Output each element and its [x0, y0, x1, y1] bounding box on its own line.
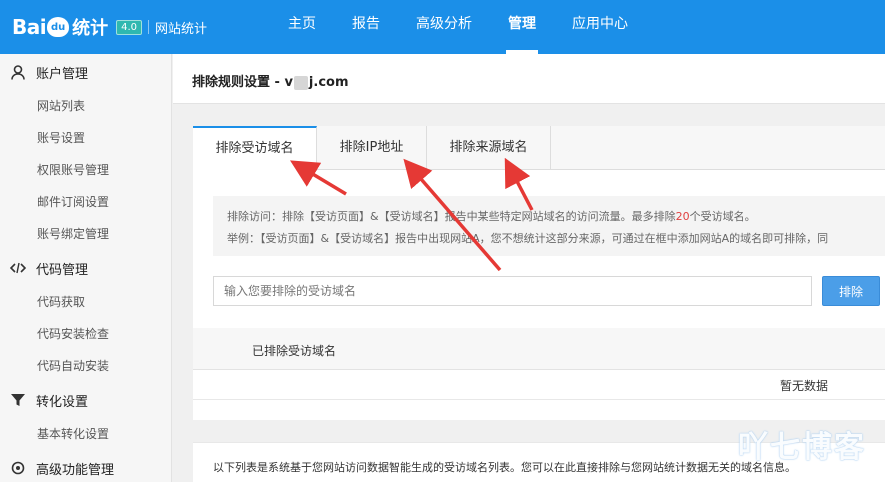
exclude-button[interactable]: 排除 — [822, 276, 880, 306]
notice-line-1: 排除访问：排除【受访页面】&【受访域名】报告中某些特定网站域名的访问流量。最多排… — [227, 206, 871, 228]
baidu-tongji-logo[interactable]: Bai du 统计 4.0 网站统计 — [12, 10, 207, 44]
tab-exclude-source-domain[interactable]: 排除来源域名 — [427, 126, 551, 170]
table-empty-row: 暂无数据 — [193, 370, 885, 400]
nav-advanced-analysis[interactable]: 高级分析 — [398, 0, 490, 54]
logo-subtitle: 网站统计 — [155, 21, 208, 37]
logo-divider — [148, 20, 150, 34]
empty-data-text: 暂无数据 — [780, 379, 829, 393]
excluded-table-header: 已排除受访域名 — [193, 328, 885, 370]
sidebar-item-email-subscription[interactable]: 邮件订阅设置 — [0, 186, 171, 218]
notice-text: 个受访域名。 — [689, 210, 756, 223]
sidebar-group-code[interactable]: 代码管理 — [0, 250, 171, 286]
sidebar-item-account-settings[interactable]: 账号设置 — [0, 122, 171, 154]
redacted-domain-block — [293, 75, 308, 90]
domain-input[interactable] — [213, 276, 812, 306]
notice-line-2: 举例：【受访页面】&【受访域名】报告中出现网站A，您不想统计这部分来源，可通过在… — [227, 232, 829, 245]
exclusion-panel: 排除受访域名 排除IP地址 排除来源域名 排除访问：排除【受访页面】&【受访域名… — [193, 126, 885, 420]
sidebar-item-code-check[interactable]: 代码安装检查 — [0, 318, 171, 350]
sidebar-group-advanced[interactable]: 高级功能管理 — [0, 450, 171, 482]
logo-tongji-text: 统计 — [72, 18, 109, 39]
suggested-domains-description: 以下列表是系统基于您网站访问数据智能生成的受访域名列表。您可以在此直接排除与您网… — [213, 461, 796, 474]
sidebar-item-site-list[interactable]: 网站列表 — [0, 90, 171, 122]
column-header-excluded-domain: 已排除受访域名 — [252, 344, 337, 358]
settings-icon — [10, 460, 26, 476]
sidebar-item-account-binding[interactable]: 账号绑定管理 — [0, 218, 171, 250]
tab-bar: 排除受访域名 排除IP地址 排除来源域名 — [193, 126, 885, 171]
version-badge: 4.0 — [116, 19, 143, 35]
sidebar-group-label: 转化设置 — [36, 394, 89, 410]
page-title-prefix: 排除规则设置 - v — [192, 75, 293, 90]
top-header: Bai du 统计 4.0 网站统计 主页 报告 高级分析 管理 应用中心 — [0, 0, 885, 54]
logo-bai-text: Bai — [12, 15, 47, 39]
code-icon — [10, 260, 26, 276]
sidebar-item-basic-conversion[interactable]: 基本转化设置 — [0, 418, 171, 450]
notice-text: 排除访问：排除【受访页面】&【受访域名】报告中某些特定网站域名的访问流量。最多排… — [227, 210, 676, 223]
watermark-text: 吖七博客 — [738, 430, 866, 465]
filter-icon — [10, 392, 26, 408]
notice-limit-number: 20 — [675, 210, 690, 223]
page-title-suffix: j.com — [308, 75, 349, 90]
sidebar-item-get-code[interactable]: 代码获取 — [0, 286, 171, 318]
main-nav: 主页 报告 高级分析 管理 应用中心 — [270, 0, 646, 54]
info-notice: 排除访问：排除【受访页面】&【受访域名】报告中某些特定网站域名的访问流量。最多排… — [213, 196, 885, 256]
page-header: 排除规则设置 - v j.com — [173, 54, 885, 104]
nav-management[interactable]: 管理 — [490, 0, 554, 54]
tab-exclude-ip[interactable]: 排除IP地址 — [317, 126, 427, 170]
page-title: 排除规则设置 - v j.com — [192, 71, 349, 90]
sidebar-group-label: 代码管理 — [36, 262, 89, 278]
user-icon — [10, 64, 26, 80]
nav-app-center[interactable]: 应用中心 — [554, 0, 646, 54]
sidebar-group-label: 账户管理 — [36, 66, 89, 82]
nav-reports[interactable]: 报告 — [334, 0, 398, 54]
nav-home[interactable]: 主页 — [270, 0, 334, 54]
sidebar-item-auto-install[interactable]: 代码自动安装 — [0, 350, 171, 382]
logo-paw-icon: du — [47, 17, 70, 37]
tab-exclude-visited-domain[interactable]: 排除受访域名 — [193, 126, 317, 171]
sidebar: 账户管理 网站列表 账号设置 权限账号管理 邮件订阅设置 账号绑定管理 代码管理… — [0, 54, 172, 482]
main-content: 排除规则设置 - v j.com 排除受访域名 排除IP地址 排除来源域名 排除访… — [173, 54, 885, 482]
sidebar-item-permission-accounts[interactable]: 权限账号管理 — [0, 154, 171, 186]
sidebar-group-conversion[interactable]: 转化设置 — [0, 382, 171, 418]
sidebar-group-account[interactable]: 账户管理 — [0, 54, 171, 90]
sidebar-group-label: 高级功能管理 — [36, 462, 115, 478]
